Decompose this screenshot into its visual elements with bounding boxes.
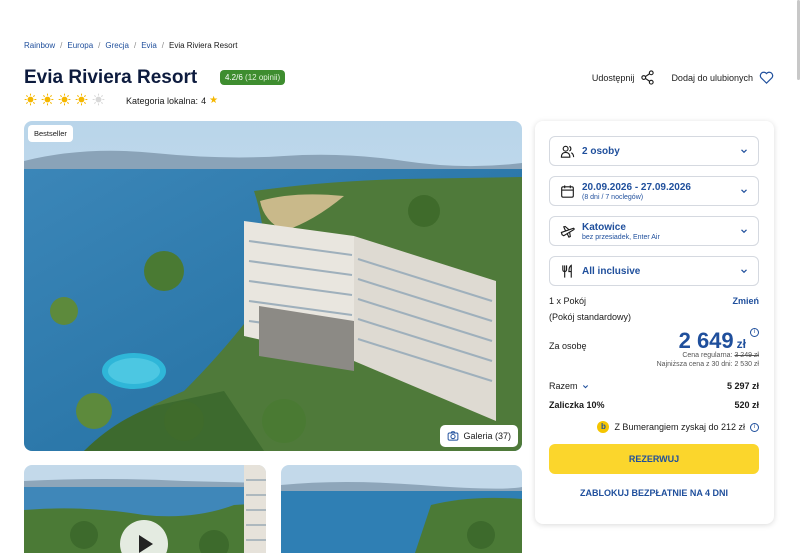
header-actions: Udostępnij Dodaj do ulubionych xyxy=(592,70,774,85)
reserve-button[interactable]: REZERWUJ xyxy=(549,444,759,474)
bumerang-promo: b Z Bumerangiem zyskaj do 212 zł i xyxy=(597,421,759,433)
sun-icon xyxy=(58,93,71,106)
breadcrumb-separator: / xyxy=(98,41,101,50)
bestseller-badge: Bestseller xyxy=(28,125,73,142)
sun-icon xyxy=(75,93,88,106)
chevron-down-icon xyxy=(741,149,747,154)
departure-sub: bez przesiadek, Enter Air xyxy=(582,233,660,241)
regular-price-value: 3 249 zł xyxy=(734,352,759,359)
breadcrumb-evia[interactable]: Evia xyxy=(141,41,157,50)
board-select[interactable]: All inclusive xyxy=(549,256,759,286)
hotel-aerial-image xyxy=(24,121,522,451)
rating-badge[interactable]: 4.2/6 (12 opinii) xyxy=(220,70,286,85)
dates-select[interactable]: 20.09.2026 - 27.09.2026 (8 dni / 7 nocle… xyxy=(549,176,759,206)
people-icon xyxy=(560,145,575,158)
departure-value: Katowice xyxy=(582,221,626,233)
lowest-price: Najniższa cena z 30 dni: 2 530 zł xyxy=(657,361,759,368)
dates-sub: (8 dni / 7 noclegów) xyxy=(582,193,644,201)
room-type: (Pokój standardowy) xyxy=(549,312,632,322)
regular-price: Cena regularna: 3 249 zł xyxy=(682,352,759,359)
chevron-down-icon xyxy=(741,189,747,194)
sun-rating xyxy=(24,93,105,106)
breadcrumb: Rainbow / Europa / Grecja / Evia / Evia … xyxy=(24,41,237,50)
camera-icon xyxy=(448,431,459,441)
plane-icon xyxy=(560,225,575,238)
room-row: 1 x Pokój Zmień xyxy=(549,296,759,306)
sun-icon xyxy=(24,93,37,106)
lowest-price-value: 2 530 zł xyxy=(734,361,759,368)
lowest-price-label: Najniższa cena z 30 dni: xyxy=(656,361,733,368)
total-value: 5 297 zł xyxy=(726,381,759,391)
travelers-value: 2 osoby xyxy=(582,145,620,157)
share-icon xyxy=(641,70,655,85)
rating-count: (12 opinii) xyxy=(245,73,281,82)
block-free-link[interactable]: ZABLOKUJ BEZPŁATNIE NA 4 DNI xyxy=(549,488,759,498)
breadcrumb-separator: / xyxy=(161,41,164,50)
local-category-label: Kategoria lokalna: xyxy=(126,95,199,106)
price-per-person: 2 649 zł xyxy=(679,328,746,354)
per-person-label: Za osobę xyxy=(549,341,587,351)
board-value: All inclusive xyxy=(582,265,641,277)
share-button[interactable]: Udostępnij xyxy=(592,70,656,85)
video-thumbnail[interactable] xyxy=(24,465,266,553)
main-hotel-photo[interactable]: Bestseller Galeria (37) xyxy=(24,121,522,451)
deposit-label: Zaliczka 10% xyxy=(549,400,605,410)
heart-icon xyxy=(759,71,774,84)
regular-price-label: Cena regularna: xyxy=(682,352,733,359)
breadcrumb-separator: / xyxy=(133,41,137,50)
info-icon[interactable]: i xyxy=(750,328,759,337)
favorite-button[interactable]: Dodaj do ulubionych xyxy=(671,70,774,85)
hotel-title: Evia Riviera Resort xyxy=(24,67,198,88)
breadcrumb-rainbow[interactable]: Rainbow xyxy=(24,41,55,50)
photo-thumbnail[interactable] xyxy=(281,465,522,553)
deposit-row: Zaliczka 10% 520 zł xyxy=(549,400,759,410)
share-label: Udostępnij xyxy=(591,72,635,83)
breadcrumb-europa[interactable]: Europa xyxy=(67,41,93,50)
chevron-down-icon xyxy=(582,384,588,388)
bumerang-logo-icon: b xyxy=(597,421,610,433)
gallery-button[interactable]: Galeria (37) xyxy=(440,425,518,447)
total-row: Razem 5 297 zł xyxy=(549,381,759,391)
calendar-icon xyxy=(561,184,574,198)
departure-select[interactable]: Katowice bez przesiadek, Enter Air xyxy=(549,216,759,246)
half-sun-icon xyxy=(92,93,105,106)
room-count: 1 x Pokój xyxy=(549,296,587,306)
breadcrumb-grecja[interactable]: Grecja xyxy=(105,41,129,50)
chevron-down-icon xyxy=(741,269,747,274)
change-room-link[interactable]: Zmień xyxy=(732,296,759,306)
price-currency: zł xyxy=(736,337,746,351)
thumbnail-image xyxy=(281,465,522,553)
dates-value: 20.09.2026 - 27.09.2026 xyxy=(582,181,691,193)
price-value: 2 649 xyxy=(678,328,734,353)
deposit-value: 520 zł xyxy=(734,400,759,410)
breadcrumb-current: Evia Riviera Resort xyxy=(169,41,238,50)
booking-panel: 2 osoby 20.09.2026 - 27.09.2026 (8 dni /… xyxy=(535,121,774,524)
gallery-label: Galeria (37) xyxy=(463,431,511,441)
breadcrumb-separator: / xyxy=(60,41,63,50)
star-icon: ★ xyxy=(209,95,219,106)
favorite-label: Dodaj do ulubionych xyxy=(671,72,753,83)
bumerang-text: Z Bumerangiem zyskaj do 212 zł xyxy=(614,422,745,432)
travelers-select[interactable]: 2 osoby xyxy=(549,136,759,166)
cutlery-icon xyxy=(562,263,572,278)
local-category: Kategoria lokalna: 4 ★ xyxy=(126,95,218,106)
total-label: Razem xyxy=(549,381,578,391)
sun-icon xyxy=(41,93,54,106)
total-toggle[interactable]: Razem xyxy=(549,381,589,391)
rating-score: 4.2/6 xyxy=(225,73,243,82)
info-icon[interactable]: i xyxy=(750,422,759,432)
local-category-value: 4 xyxy=(201,95,207,106)
chevron-down-icon xyxy=(741,229,747,234)
